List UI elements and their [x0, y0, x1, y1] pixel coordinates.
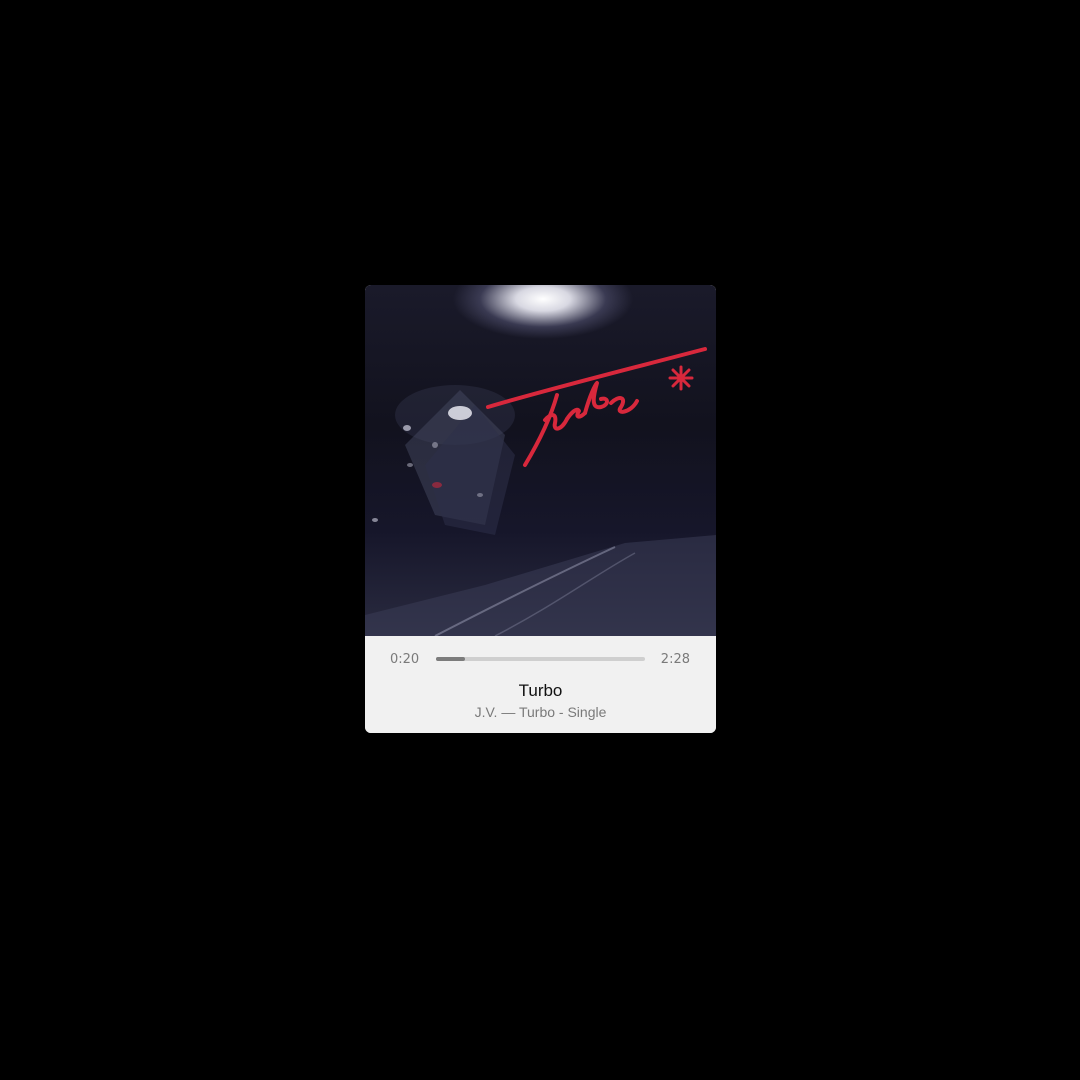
star-icon — [668, 365, 694, 391]
total-duration: 2:28 — [660, 652, 690, 667]
now-playing-card: 0:20 2:28 Turbo J.V. — Turbo - Single — [365, 285, 716, 733]
track-subtitle: J.V. — Turbo - Single — [474, 704, 607, 720]
turbo-logo — [486, 347, 707, 467]
album-artwork — [365, 285, 716, 636]
track-title: Turbo — [518, 681, 563, 700]
progress-bar[interactable] — [436, 657, 645, 661]
playback-controls: 0:20 2:28 Turbo J.V. — Turbo - Single — [365, 636, 716, 733]
elapsed-time: 0:20 — [390, 652, 420, 667]
progress-bar-fill — [436, 657, 466, 661]
artwork-scene — [365, 347, 716, 636]
